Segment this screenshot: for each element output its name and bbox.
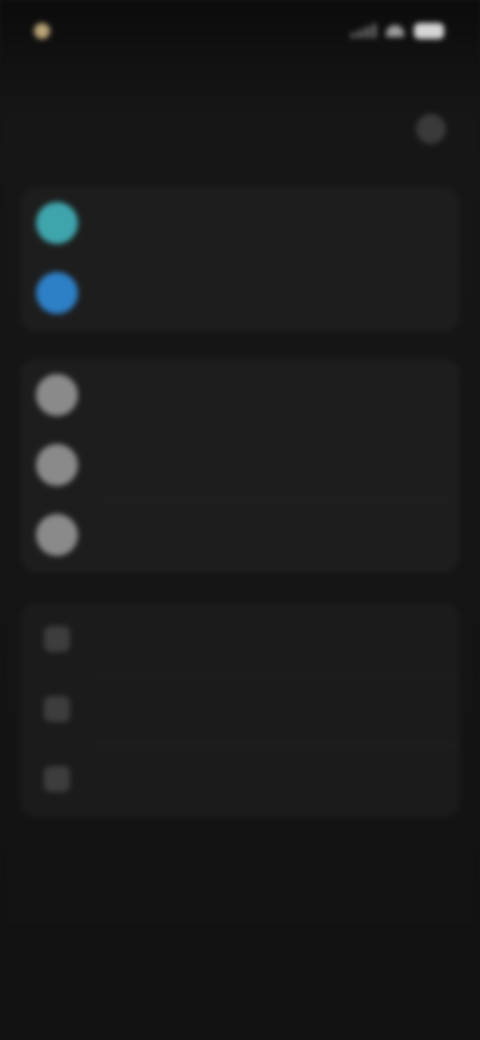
battery-icon <box>414 23 444 39</box>
list-item[interactable] <box>22 500 458 570</box>
list-item[interactable] <box>22 430 458 500</box>
status-left <box>34 23 60 39</box>
more-icon[interactable] <box>416 114 446 144</box>
settings-icon <box>44 696 70 722</box>
nav-bar <box>0 96 480 168</box>
list-item[interactable] <box>22 360 458 430</box>
list-item[interactable] <box>22 188 458 258</box>
avatar-teal-icon <box>36 202 78 244</box>
wifi-icon <box>386 25 404 37</box>
list-item[interactable] <box>22 604 458 674</box>
list-item[interactable] <box>22 744 458 814</box>
status-bar <box>0 0 480 62</box>
contacts-group <box>22 360 458 572</box>
avatar-icon <box>36 374 78 416</box>
avatar-icon <box>36 444 78 486</box>
avatar-icon <box>36 514 78 556</box>
signal-icon <box>351 24 376 38</box>
list-item[interactable] <box>22 674 458 744</box>
app-screen <box>0 0 480 1040</box>
settings-icon <box>44 766 70 792</box>
accounts-group <box>22 188 458 330</box>
options-group <box>22 604 458 816</box>
status-dot-icon <box>34 23 50 39</box>
list-item[interactable] <box>22 258 458 328</box>
status-right <box>351 23 444 39</box>
settings-icon <box>44 626 70 652</box>
avatar-blue-icon <box>36 272 78 314</box>
